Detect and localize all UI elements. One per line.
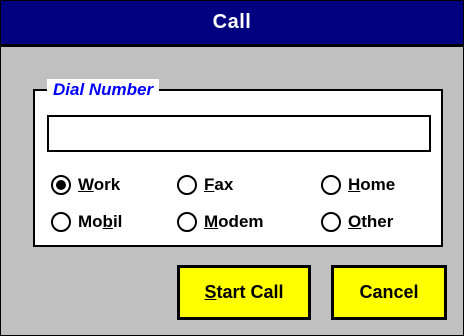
radio-mobil-label: Mobil [78,212,123,231]
radio-mobil[interactable]: Mobil [51,212,122,232]
radio-mobil-circle[interactable] [51,212,71,232]
radio-home-label: Home [348,175,396,194]
radio-home-circle[interactable] [321,175,341,195]
call-dialog: Call Dial Number Work Fax Home Mobil Mod… [0,0,464,336]
radio-work-label: Work [78,175,121,194]
radio-modem-label: Modem [204,212,264,231]
radio-other[interactable]: Other [321,212,393,232]
start-call-label: Start Call [204,282,284,302]
window-title: Call [212,11,252,33]
radio-fax-circle[interactable] [177,175,197,195]
radio-fax-label: Fax [204,175,234,194]
dial-number-group: Dial Number Work Fax Home Mobil Modem Ot… [33,79,443,247]
cancel-label: Cancel [359,282,419,302]
radio-other-circle[interactable] [321,212,341,232]
start-call-button[interactable]: Start Call [177,265,311,320]
radio-work[interactable]: Work [51,175,120,195]
radio-selected-dot [56,180,66,190]
radio-other-label: Other [348,212,394,231]
cancel-button[interactable]: Cancel [331,265,447,320]
radio-modem[interactable]: Modem [177,212,264,232]
radio-home[interactable]: Home [321,175,395,195]
title-bar[interactable]: Call [1,1,463,47]
radio-modem-circle[interactable] [177,212,197,232]
dial-number-legend: Dial Number [47,79,160,101]
dial-number-input[interactable] [47,115,431,152]
radio-fax[interactable]: Fax [177,175,233,195]
radio-work-circle[interactable] [51,175,71,195]
